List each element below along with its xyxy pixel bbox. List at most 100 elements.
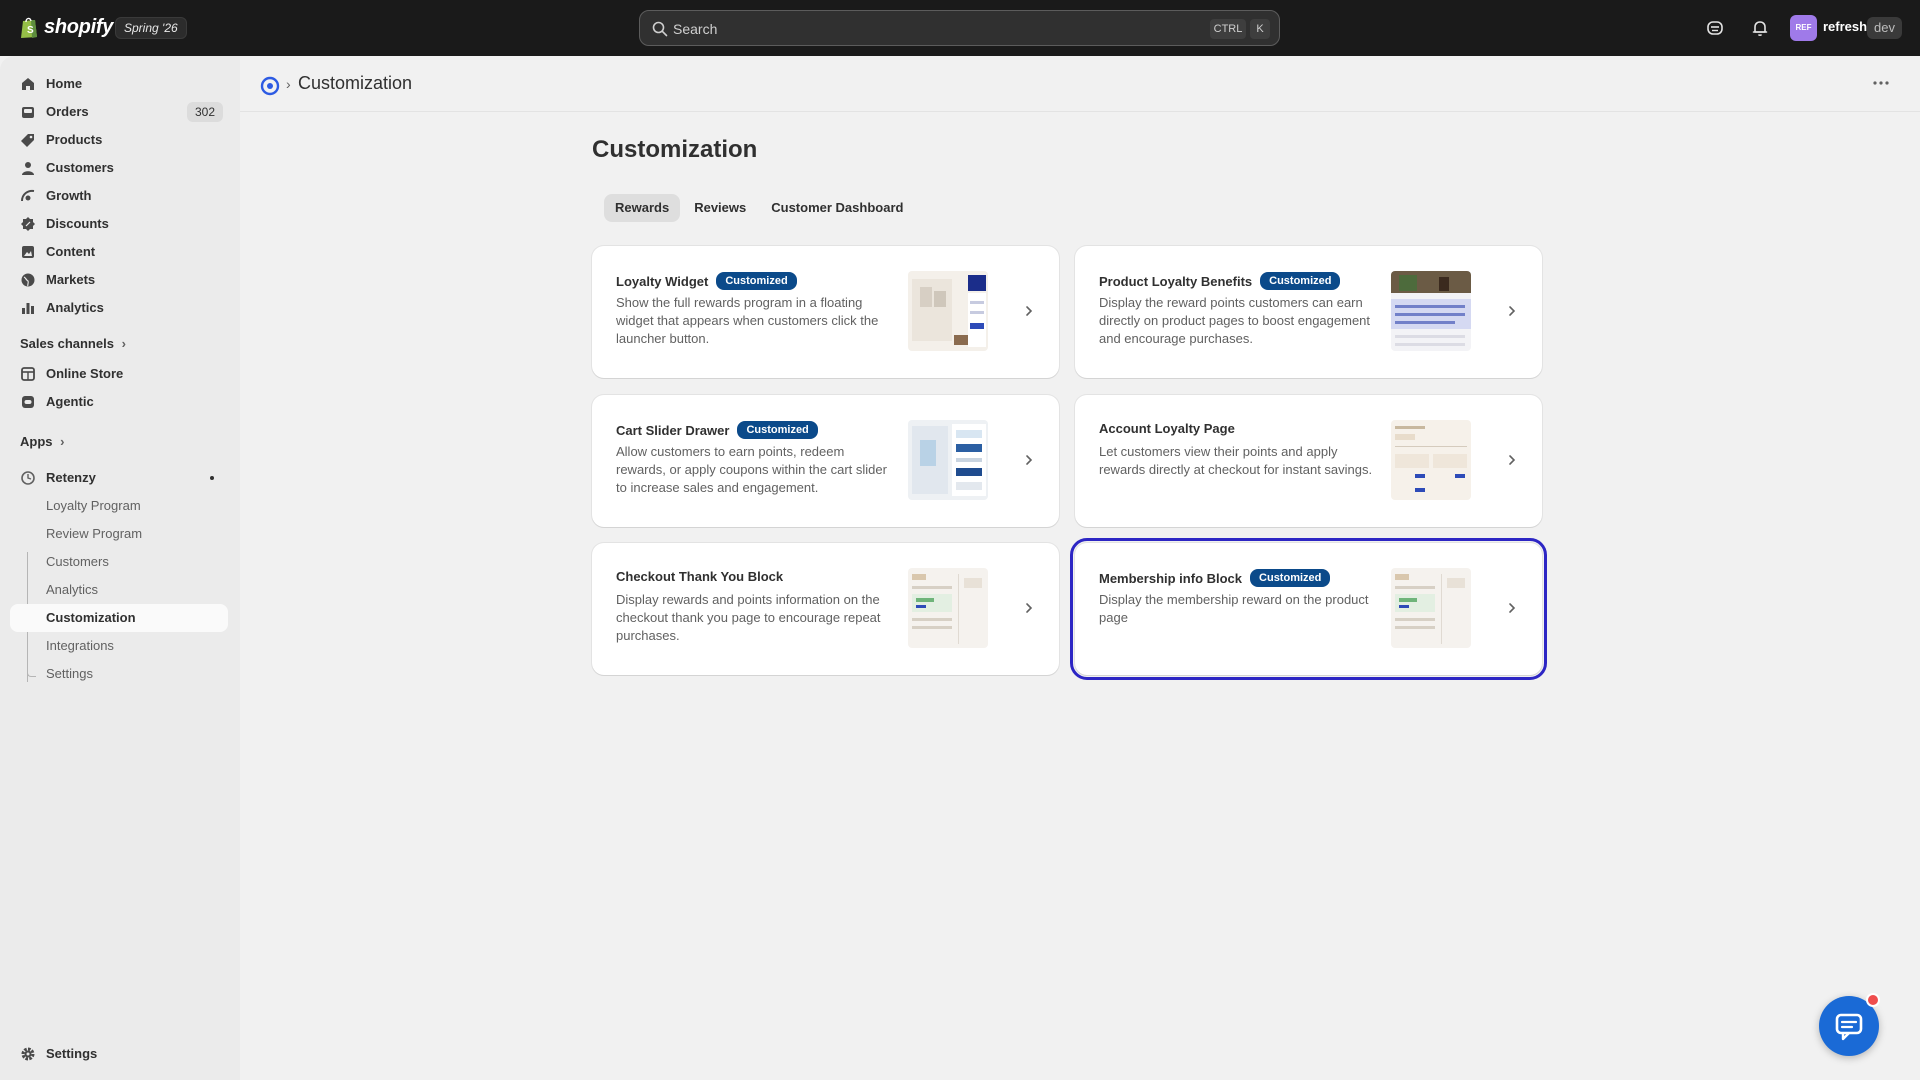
globe-icon [21,273,35,287]
subnav-label: Customization [46,610,136,625]
nav-content[interactable]: Content [10,238,228,266]
subnav-review-program[interactable]: Review Program [10,520,228,548]
nav-app-retenzy[interactable]: Retenzy [10,464,228,492]
search-icon [652,21,668,37]
subnav-analytics[interactable]: Analytics [10,576,228,604]
nav-home[interactable]: Home [10,70,228,98]
sales-channels-heading[interactable]: Sales channels › [20,336,126,351]
tab-reviews[interactable]: Reviews [683,194,757,222]
chevron-right-icon: › [121,336,126,351]
shopify-bag-icon: S [21,17,37,38]
card-preview-thumbnail [908,271,988,351]
card-preview-thumbnail [1391,271,1471,351]
subnav-settings[interactable]: Settings [10,660,228,688]
nav-label: Orders [46,104,89,119]
orders-count-badge: 302 [186,102,223,122]
customized-badge: Customized [1250,569,1331,587]
card-title-row: Checkout Thank You Block [616,569,783,584]
person-icon [22,162,34,175]
store-avatar[interactable]: REF [1790,15,1817,41]
shopify-logo[interactable]: S shopify [20,16,113,39]
nav-growth[interactable]: Growth [10,182,228,210]
card-description: Let customers view their points and appl… [1099,444,1373,477]
chevron-right-icon [1026,306,1033,316]
retenzy-app-logo-icon[interactable] [260,76,280,96]
bell-icon[interactable] [1750,18,1770,38]
subnav-customers[interactable]: Customers [10,548,228,576]
card-title: Loyalty Widget [616,273,709,289]
home-icon [22,78,34,90]
card-title-row: Membership info Block Customized [1099,569,1331,587]
apps-heading[interactable]: Apps › [20,434,64,449]
nav-discounts[interactable]: Discounts [10,210,228,238]
card-title: Account Loyalty Page [1099,421,1235,436]
nav-label: Online Store [46,366,124,381]
store-icon [21,367,35,381]
nav-label: Analytics [46,300,104,315]
card-product-loyalty-benefits[interactable]: Product Loyalty Benefits Customized Disp… [1075,246,1542,378]
card-cart-slider-drawer[interactable]: Cart Slider Drawer Customized Allow cust… [592,395,1059,527]
chevron-right-icon: › [60,434,65,449]
sidekick-icon[interactable] [1705,18,1725,38]
nav-label: Markets [46,272,96,287]
store-badge: dev [1867,17,1902,39]
card-preview-thumbnail [908,568,988,648]
customized-badge: Customized [737,421,818,439]
chevron-right-icon [1026,455,1033,465]
orders-icon [22,107,34,118]
card-account-loyalty-page[interactable]: Account Loyalty Page Let customers view … [1075,395,1542,527]
chevron-right-icon [1026,603,1033,613]
card-description: Allow customers to earn points, redeem r… [616,444,887,495]
nav-online-store[interactable]: Online Store [10,360,228,388]
nav-markets[interactable]: Markets [10,266,228,294]
card-loyalty-widget[interactable]: Loyalty Widget Customized Show the full … [592,246,1059,378]
sidebar: Home Orders 302 Products Customers Growt… [0,56,240,1080]
nav-label: Discounts [46,216,109,231]
nav-orders[interactable]: Orders 302 [10,98,228,126]
nav-products[interactable]: Products [10,126,228,154]
card-title: Membership info Block [1099,570,1243,586]
subnav-integrations[interactable]: Integrations [10,632,228,660]
card-description: Display rewards and points information o… [616,592,881,643]
svg-text:S: S [27,25,34,36]
search-input[interactable]: Search [673,21,717,37]
tab-bar: Rewards Reviews Customer Dashboard [604,194,917,222]
card-preview-thumbnail [1391,420,1471,500]
page-title: Customization [592,136,758,163]
shortcut-ctrl-key: CTRL [1210,19,1246,39]
pin-dot-icon[interactable] [210,476,214,480]
card-description: Show the full rewards program in a float… [616,295,879,346]
chevron-right-icon [1509,306,1516,316]
nav-agentic[interactable]: Agentic [10,388,228,416]
nav-settings[interactable]: Settings [10,1040,228,1068]
card-checkout-thank-you-block[interactable]: Checkout Thank You Block Display rewards… [592,543,1059,675]
subnav-label: Review Program [46,526,143,541]
card-title: Product Loyalty Benefits [1099,273,1253,289]
retenzy-icon [21,471,35,485]
card-preview-thumbnail [908,420,988,500]
card-preview-thumbnail [1391,568,1471,648]
subnav-label: Settings [46,666,93,681]
discount-icon [21,217,35,231]
tab-rewards[interactable]: Rewards [604,194,681,222]
search-bar[interactable]: Search CTRL K [639,10,1280,46]
nav-label: Customers [46,160,114,175]
subnav-loyalty-program[interactable]: Loyalty Program [10,492,228,520]
card-membership-info-block[interactable]: Membership info Block Customized Display… [1070,538,1547,680]
nav-label: Growth [46,188,92,203]
nav-customers[interactable]: Customers [10,154,228,182]
brand-name: shopify [44,16,114,38]
main-content: › Customization Customization Rewards Re… [240,56,1920,1080]
subnav-customization[interactable]: Customization [10,604,228,632]
subnav-label: Analytics [46,582,99,597]
content-icon [22,246,34,258]
shortcut-k-key: K [1250,19,1270,39]
more-actions-icon[interactable] [1872,80,1890,86]
breadcrumb-title: Customization [298,73,413,93]
card-title-row: Product Loyalty Benefits Customized [1099,272,1341,290]
nav-analytics[interactable]: Analytics [10,294,228,322]
tab-customer-dashboard[interactable]: Customer Dashboard [760,194,914,222]
store-name[interactable]: refresh [1823,19,1867,34]
gear-icon [21,1047,35,1061]
edition-badge[interactable]: Spring '26 [115,17,187,39]
